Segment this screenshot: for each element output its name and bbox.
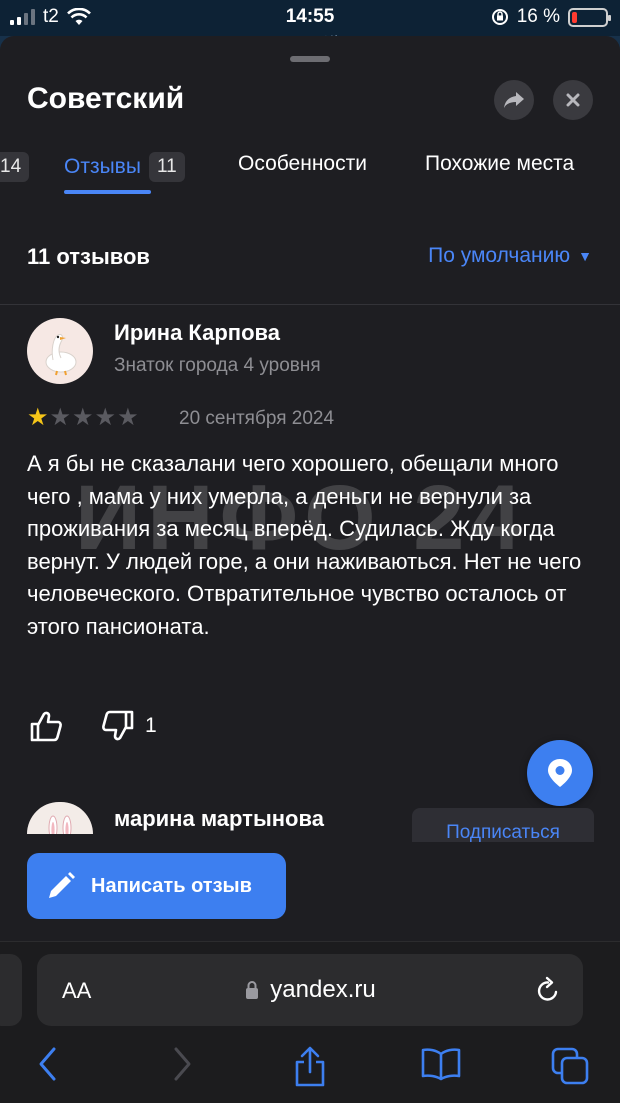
place-card-sheet: Советский 14 Отзывы 11 Особенности Похож… [0,36,620,941]
goose-avatar-icon [45,334,77,376]
tab-features[interactable]: Особенности [238,152,367,176]
browser-toolbar [0,1046,620,1090]
star-icon: ★ [72,404,94,431]
bunny-avatar-icon [48,815,72,834]
dislike-icon [102,710,134,741]
tab-previous[interactable]: 14 [0,152,30,182]
tab-similar-label: Похожие места [425,152,575,175]
sheet-drag-handle[interactable] [290,56,330,62]
avatar[interactable] [27,802,93,834]
bookmarks-icon[interactable] [420,1046,462,1082]
rotation-lock-icon [491,9,508,25]
reload-icon[interactable] [535,976,561,1004]
status-right: 16 % [491,6,611,28]
review-reactions: 1 [29,710,157,742]
star-icon: ★ [94,404,117,431]
tab-reviews-label: Отзывы [64,155,141,178]
dislike-count: 1 [145,714,157,737]
review-text: А я бы не сказалани чего хорошего, обеща… [27,451,582,639]
previous-tab-preview[interactable] [0,954,22,1026]
sort-label: По умолчанию [428,244,571,267]
location-pin-icon [548,759,572,787]
url-display[interactable]: yandex.ru [37,976,583,1004]
address-bar[interactable]: AA yandex.ru [37,954,583,1026]
tab-bar: 14 Отзывы 11 Особенности Похожие места [0,146,620,198]
write-review-button[interactable]: Написать отзыв [27,853,286,919]
place-title: Советский [27,82,185,115]
status-bar: t2 14:55 16 % [0,0,620,36]
browser-bar: AA yandex.ru [0,941,620,1103]
sort-dropdown[interactable]: По умолчанию ▼ [428,244,592,268]
battery-icon [568,7,611,27]
reviews-count-heading: 11 отзывов [27,244,150,269]
url-text: yandex.ru [270,976,376,1003]
tab-reviews[interactable]: Отзывы 11 [64,152,185,182]
tab-reviews-count: 11 [148,152,185,182]
tab-active-indicator [64,190,151,194]
review-date: 20 сентября 2024 [179,408,335,429]
pencil-icon [49,872,75,898]
avatar[interactable] [27,318,93,384]
close-button[interactable] [553,80,593,120]
lock-icon [246,981,259,999]
tab-previous-count: 14 [0,152,30,182]
battery-percent: 16 % [516,6,560,27]
review-author-name[interactable]: марина мартынова [114,806,324,832]
close-icon [566,93,580,107]
review-author-level: Знаток города 4 уровня [114,355,321,376]
divider [0,304,620,305]
route-fab-button[interactable] [527,740,593,806]
caret-down-icon: ▼ [578,248,592,264]
tab-features-label: Особенности [238,152,367,175]
tab-similar-places[interactable]: Похожие места [425,152,574,176]
star-icon: ★ [27,404,49,431]
write-review-label: Написать отзыв [91,874,252,897]
rating-stars: ★ ★ ★ ★ ★ [27,406,139,430]
subscribe-button[interactable]: Подписаться [412,808,594,842]
star-icon: ★ [117,404,139,431]
tabs-icon[interactable] [550,1046,590,1086]
forward-icon[interactable] [170,1046,194,1082]
star-icon: ★ [49,404,72,431]
share-arrow-icon [504,92,524,108]
like-icon[interactable] [29,710,63,742]
dislike-button[interactable]: 1 [101,710,157,742]
share-icon[interactable] [292,1046,328,1088]
back-icon[interactable] [36,1046,60,1082]
review-author-name[interactable]: Ирина Карпова [114,320,280,346]
share-button[interactable] [494,80,534,120]
